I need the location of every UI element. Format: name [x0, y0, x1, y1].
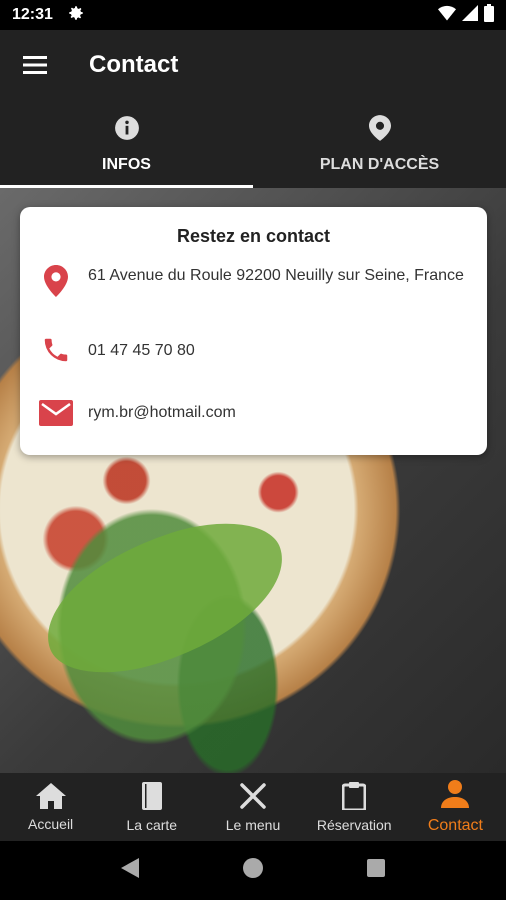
nav-la-carte[interactable]: La carte [101, 773, 202, 841]
home-icon [35, 782, 66, 812]
back-icon[interactable] [121, 858, 140, 883]
nav-contact[interactable]: Contact [405, 773, 506, 841]
person-icon [440, 779, 470, 813]
recent-apps-icon[interactable] [366, 859, 385, 882]
address-row[interactable]: 61 Avenue du Roule 92200 Neuilly sur Sei… [38, 265, 467, 297]
status-time: 12:31 [12, 6, 53, 23]
email-text: rym.br@hotmail.com [88, 404, 236, 421]
nav-accueil[interactable]: Accueil [0, 773, 101, 841]
gear-icon [67, 4, 85, 27]
tab-plan-acces-label: PLAN D'ACCÈS [319, 155, 440, 173]
card-title: Restez en contact [176, 226, 331, 246]
info-icon [114, 115, 140, 146]
nav-le-menu[interactable]: Le menu [202, 773, 303, 841]
book-icon [140, 781, 164, 813]
battery-icon [484, 3, 494, 27]
tab-infos[interactable]: INFOS [0, 100, 253, 188]
nav-la-carte-label: La carte [126, 816, 178, 833]
location-pin-icon [38, 265, 74, 297]
app-bar: Contact [0, 30, 506, 100]
phone-icon [38, 335, 74, 365]
nav-reservation-label: Réservation [316, 816, 392, 833]
nav-contact-label: Contact [427, 816, 483, 834]
contact-card: Restez en contact 61 Avenue du Roule 922… [20, 207, 487, 455]
system-nav-bar [0, 841, 506, 900]
signal-icon [462, 4, 478, 26]
tab-plan-acces[interactable]: PLAN D'ACCÈS [253, 100, 506, 188]
clipboard-icon [341, 781, 367, 813]
bottom-nav: Accueil La carte Le menu Réservation Con… [0, 773, 506, 841]
utensils-icon [239, 782, 267, 813]
mail-icon [38, 400, 74, 426]
nav-reservation[interactable]: Réservation [304, 773, 405, 841]
location-pin-icon [368, 114, 391, 146]
basil-leaf-decoration [27, 502, 303, 694]
page-title: Contact [89, 51, 179, 78]
phone-row[interactable]: 01 47 45 70 80 [38, 335, 467, 365]
phone-text: 01 47 45 70 80 [88, 342, 195, 359]
nav-accueil-label: Accueil [28, 815, 74, 832]
email-row[interactable]: rym.br@hotmail.com [38, 400, 467, 426]
hamburger-menu-icon[interactable] [0, 30, 70, 100]
address-text: 61 Avenue du Roule 92200 Neuilly sur Sei… [88, 267, 464, 284]
status-bar: 12:31 [0, 0, 506, 30]
tab-infos-label: INFOS [102, 155, 151, 173]
tab-bar: INFOS PLAN D'ACCÈS [0, 100, 506, 188]
home-circle-icon[interactable] [242, 857, 264, 884]
wifi-icon [438, 5, 456, 26]
nav-le-menu-label: Le menu [225, 816, 281, 833]
